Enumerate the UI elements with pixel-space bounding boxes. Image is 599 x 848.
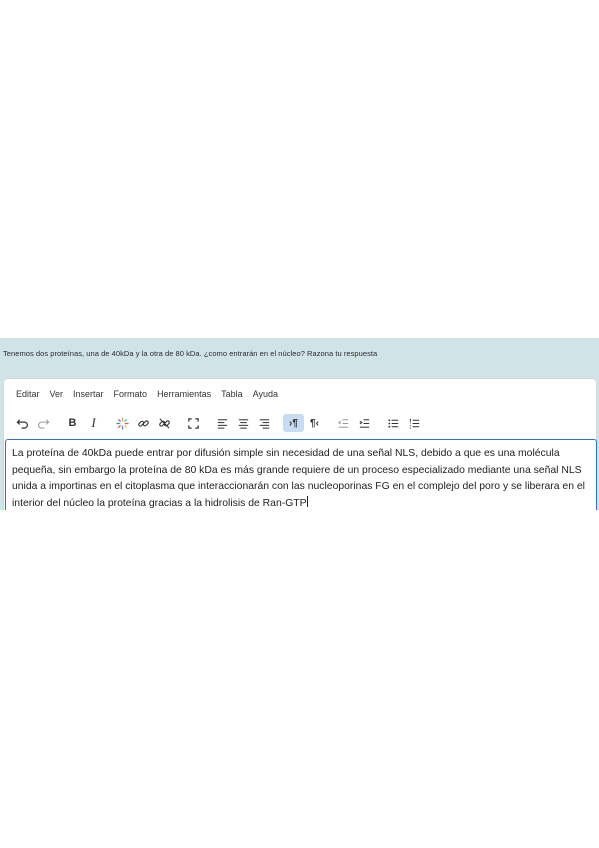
editor-toolbar: B I ›¶ ¶‹ xyxy=(12,414,425,432)
question-panel: Tenemos dos proteínas, una de 40kDa y la… xyxy=(0,338,599,510)
bold-icon: B xyxy=(68,417,77,429)
ltr-icon: ›¶ xyxy=(289,417,298,429)
align-center-icon xyxy=(238,418,249,429)
fullscreen-button[interactable] xyxy=(183,414,204,432)
editor-menubar: Editar Ver Insertar Formato Herramientas… xyxy=(16,389,278,403)
text-caret xyxy=(306,495,308,507)
bullet-list-icon xyxy=(388,418,399,428)
link-icon xyxy=(138,419,149,427)
outdent-button[interactable] xyxy=(333,414,354,432)
indent-icon xyxy=(359,418,370,428)
redo-icon xyxy=(38,418,50,429)
ai-assist-button[interactable] xyxy=(112,414,133,432)
ltr-button[interactable]: ›¶ xyxy=(283,414,304,432)
indent-button[interactable] xyxy=(354,414,375,432)
menu-herramientas[interactable]: Herramientas xyxy=(157,389,211,403)
menu-insertar[interactable]: Insertar xyxy=(73,389,104,403)
italic-button[interactable]: I xyxy=(83,414,104,432)
align-left-button[interactable] xyxy=(212,414,233,432)
rich-text-editor: Editar Ver Insertar Formato Herramientas… xyxy=(3,378,597,510)
rtl-button[interactable]: ¶‹ xyxy=(304,414,325,432)
align-left-icon xyxy=(217,418,228,429)
bullet-list-button[interactable] xyxy=(383,414,404,432)
italic-icon: I xyxy=(91,415,96,430)
answer-textarea[interactable]: La proteína de 40kDa puede entrar por di… xyxy=(5,439,597,510)
menu-ayuda[interactable]: Ayuda xyxy=(253,389,278,403)
unlink-icon xyxy=(159,417,170,429)
answer-text: La proteína de 40kDa puede entrar por di… xyxy=(12,448,585,509)
menu-tabla[interactable]: Tabla xyxy=(221,389,243,403)
menu-formato[interactable]: Formato xyxy=(114,389,148,403)
undo-button[interactable] xyxy=(12,414,33,432)
align-center-button[interactable] xyxy=(233,414,254,432)
outdent-icon xyxy=(338,418,349,428)
bold-button[interactable]: B xyxy=(62,414,83,432)
link-button[interactable] xyxy=(133,414,154,432)
align-right-button[interactable] xyxy=(254,414,275,432)
menu-ver[interactable]: Ver xyxy=(50,389,64,403)
undo-icon xyxy=(16,418,28,429)
question-text: Tenemos dos proteínas, una de 40kDa y la… xyxy=(3,349,378,358)
fullscreen-icon xyxy=(188,417,199,429)
menu-editar[interactable]: Editar xyxy=(16,389,40,403)
redo-button[interactable] xyxy=(33,414,54,432)
numbered-list-button[interactable] xyxy=(404,414,425,432)
rtl-icon: ¶‹ xyxy=(310,417,319,429)
align-right-icon xyxy=(259,418,270,429)
sparkle-icon xyxy=(116,416,129,430)
unlink-button[interactable] xyxy=(154,414,175,432)
numbered-list-icon xyxy=(409,418,420,429)
